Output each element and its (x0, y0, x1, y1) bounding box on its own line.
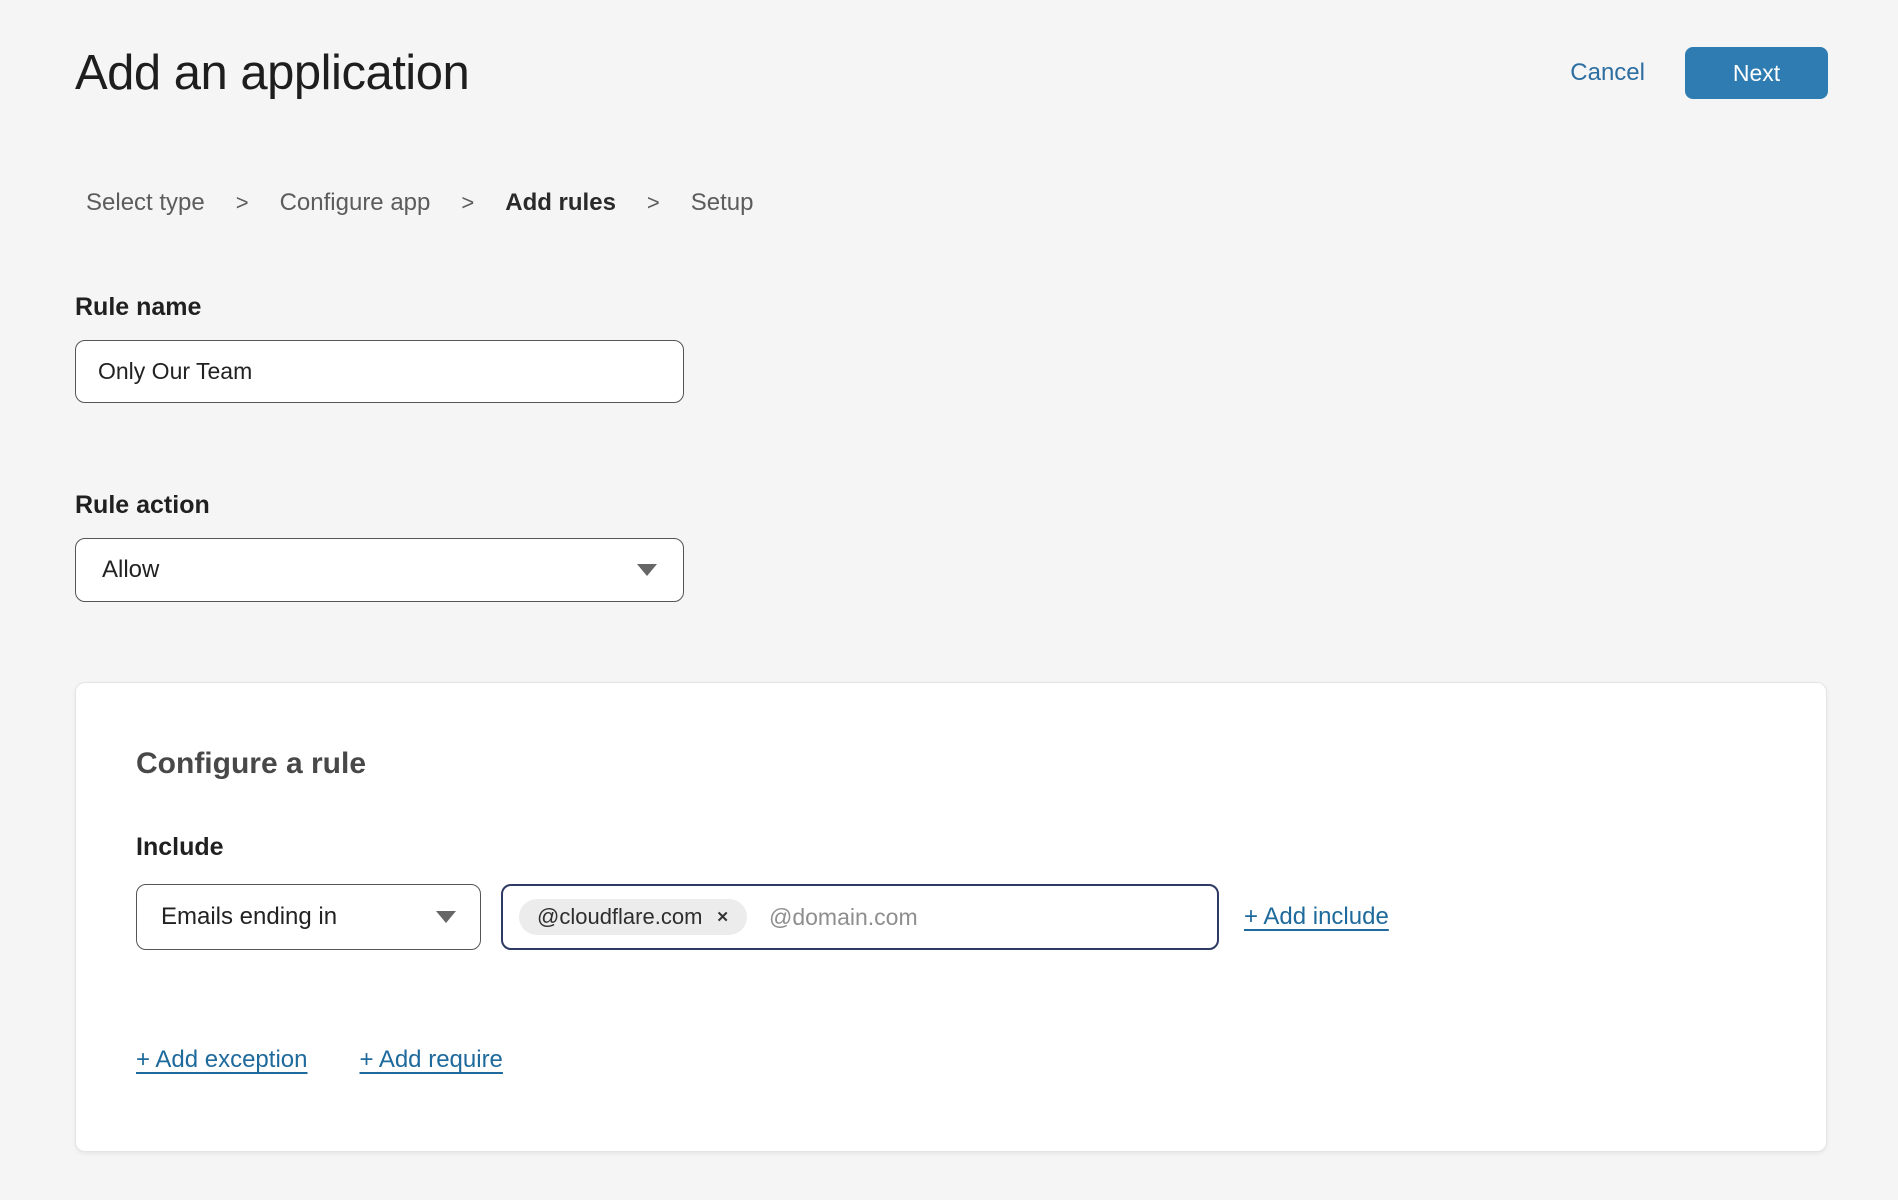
rule-extra-links: + Add exception + Add require (136, 1046, 1766, 1074)
email-domain-text-entry[interactable] (769, 904, 1201, 931)
configure-rule-card: Configure a rule Include Emails ending i… (75, 682, 1827, 1152)
breadcrumb: Select type > Configure app > Add rules … (86, 189, 1898, 217)
rule-action-selected-value: Allow (102, 556, 159, 584)
chip-value: @cloudflare.com (537, 904, 702, 930)
header-actions: Cancel Next (1570, 47, 1828, 99)
email-domains-input[interactable]: @cloudflare.com ✕ (501, 884, 1219, 950)
breadcrumb-step-configure-app[interactable]: Configure app (280, 189, 431, 217)
include-label: Include (136, 833, 1766, 862)
add-exception-link[interactable]: + Add exception (136, 1046, 307, 1074)
cancel-button[interactable]: Cancel (1570, 59, 1645, 87)
breadcrumb-separator: > (461, 190, 474, 216)
rule-name-input[interactable] (75, 340, 684, 403)
email-domain-chip: @cloudflare.com ✕ (519, 899, 747, 935)
include-rule-row: Emails ending in @cloudflare.com ✕ + Add… (136, 884, 1766, 950)
card-title: Configure a rule (136, 747, 1766, 781)
breadcrumb-step-setup[interactable]: Setup (691, 189, 754, 217)
page-title: Add an application (75, 45, 469, 101)
rule-action-select[interactable]: Allow (75, 538, 684, 602)
rule-action-label: Rule action (75, 491, 1898, 520)
add-application-page: Add an application Cancel Next Select ty… (0, 0, 1898, 1200)
close-icon[interactable]: ✕ (716, 910, 729, 925)
breadcrumb-separator: > (236, 190, 249, 216)
next-button[interactable]: Next (1685, 47, 1828, 99)
rule-name-label: Rule name (75, 293, 1898, 322)
include-criteria-selected-value: Emails ending in (161, 903, 337, 931)
page-header: Add an application Cancel Next (0, 0, 1898, 101)
breadcrumb-step-select-type[interactable]: Select type (86, 189, 205, 217)
chevron-down-icon (436, 911, 456, 923)
chevron-down-icon (637, 564, 657, 576)
breadcrumb-step-add-rules[interactable]: Add rules (505, 189, 616, 217)
include-criteria-select[interactable]: Emails ending in (136, 884, 481, 950)
add-require-link[interactable]: + Add require (359, 1046, 502, 1074)
add-include-link[interactable]: + Add include (1244, 903, 1389, 931)
breadcrumb-separator: > (647, 190, 660, 216)
